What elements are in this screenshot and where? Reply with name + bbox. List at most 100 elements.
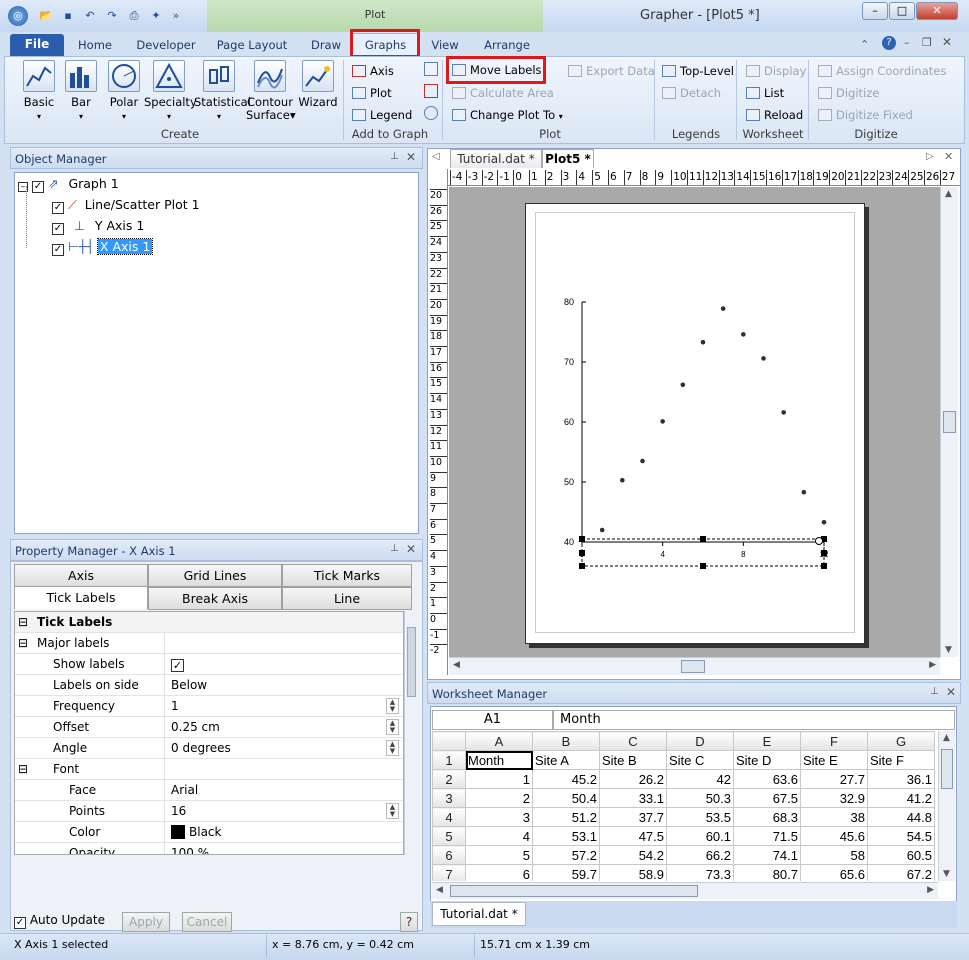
tab-arrange[interactable]: Arrange bbox=[478, 36, 536, 56]
app-logo-icon[interactable]: ◎ bbox=[8, 6, 28, 26]
cell[interactable]: 51.2 bbox=[532, 807, 600, 827]
cell[interactable]: 4 bbox=[465, 826, 533, 846]
quick-access-more-icon[interactable]: » bbox=[168, 8, 184, 24]
spinner-icon[interactable]: ▲ ▼ bbox=[386, 698, 399, 714]
add-legend-button[interactable]: Legend bbox=[352, 106, 412, 124]
cell[interactable]: 47.5 bbox=[599, 826, 667, 846]
section-tick-labels[interactable]: ⊟ Tick Labels bbox=[15, 612, 403, 633]
minimize-button[interactable]: – bbox=[862, 2, 888, 20]
checkbox-checked-icon[interactable]: ✓ bbox=[31, 181, 44, 193]
cell[interactable]: 6 bbox=[465, 864, 533, 881]
canvas-horizontal-scrollbar[interactable]: ◀ ▶ bbox=[449, 657, 940, 675]
prop-row-face[interactable]: Face Arial bbox=[15, 780, 403, 801]
cell[interactable]: 53.5 bbox=[666, 807, 734, 827]
assign-coordinates-button[interactable]: Assign Coordinates bbox=[818, 62, 946, 80]
prop-row-angle[interactable]: Angle 0 degrees ▲ ▼ bbox=[15, 738, 403, 759]
cell[interactable]: 38 bbox=[800, 807, 868, 827]
scroll-left-icon[interactable]: ◀ bbox=[436, 885, 443, 895]
collapse-icon[interactable]: ⊟ bbox=[18, 612, 28, 632]
column-header[interactable]: A bbox=[465, 731, 533, 751]
tab-grid-lines[interactable]: Grid Lines bbox=[148, 564, 282, 587]
subsection-font[interactable]: ⊟ Font bbox=[15, 759, 403, 780]
prop-row-points[interactable]: Points 16 ▲ ▼ bbox=[15, 801, 403, 822]
scroll-left-icon[interactable]: ◀ bbox=[453, 660, 460, 670]
scrollbar-thumb[interactable] bbox=[943, 411, 956, 433]
spinner-icon[interactable]: ▲ ▼ bbox=[386, 719, 399, 735]
prop-row-opacity[interactable]: Opacity 100 % bbox=[15, 843, 403, 854]
cell[interactable]: 59.7 bbox=[532, 864, 600, 881]
cell[interactable]: Site C bbox=[666, 750, 734, 770]
scrollbar-thumb[interactable] bbox=[450, 885, 698, 897]
tab-tick-labels[interactable]: Tick Labels bbox=[14, 586, 148, 609]
calculate-area-button[interactable]: Calculate Area bbox=[452, 84, 554, 102]
scroll-up-icon[interactable]: ▲ bbox=[945, 189, 952, 199]
worksheet-grid[interactable]: A B C D E F G 1 Month Site A Site B Site… bbox=[432, 731, 938, 881]
cell[interactable]: 73.3 bbox=[666, 864, 734, 881]
cell[interactable]: 50.3 bbox=[666, 788, 734, 808]
list-button[interactable]: List bbox=[746, 84, 784, 102]
cell[interactable]: Site F bbox=[867, 750, 935, 770]
polar-button[interactable]: Polar ▾ bbox=[104, 60, 144, 123]
tree-item-graph[interactable]: – ✓ ⇗ Graph 1 bbox=[18, 174, 119, 194]
detach-button[interactable]: Detach bbox=[662, 84, 721, 102]
tab-tutorial-dat[interactable]: Tutorial.dat * bbox=[450, 149, 542, 168]
cell[interactable]: Site B bbox=[599, 750, 667, 770]
doc-minimize-icon[interactable]: – bbox=[904, 36, 910, 49]
spinner-icon[interactable]: ▲ ▼ bbox=[386, 740, 399, 756]
property-grid-scrollbar[interactable] bbox=[404, 611, 418, 855]
row-header[interactable]: 1 bbox=[432, 750, 466, 770]
scrollbar-thumb[interactable] bbox=[941, 749, 953, 789]
cell[interactable]: 60.1 bbox=[666, 826, 734, 846]
tab-plot5[interactable]: Plot5 * bbox=[542, 149, 594, 168]
row-header[interactable]: 3 bbox=[432, 788, 466, 808]
prop-row-labels-on-side[interactable]: Labels on side Below bbox=[15, 675, 403, 696]
cell[interactable]: 67.2 bbox=[867, 864, 935, 881]
cell-value-field[interactable]: Month bbox=[553, 710, 955, 730]
face-value[interactable]: Arial bbox=[171, 780, 198, 800]
cell[interactable]: 36.1 bbox=[867, 769, 935, 789]
statistical-button[interactable]: Statistical ▾ bbox=[194, 60, 251, 123]
cell[interactable]: 41.2 bbox=[867, 788, 935, 808]
cell[interactable]: 37.7 bbox=[599, 807, 667, 827]
offset-value[interactable]: 0.25 cm bbox=[171, 717, 220, 737]
apply-button[interactable]: Apply bbox=[122, 912, 170, 932]
scroll-down-icon[interactable]: ▼ bbox=[943, 869, 950, 879]
tab-developer[interactable]: Developer bbox=[132, 36, 200, 56]
checkbox-checked-icon[interactable]: ✓ bbox=[52, 202, 64, 214]
tab-tick-marks[interactable]: Tick Marks bbox=[282, 564, 412, 587]
checkbox-checked-icon[interactable]: ✓ bbox=[52, 223, 64, 235]
basic-button[interactable]: Basic ▾ bbox=[18, 60, 60, 123]
tab-home[interactable]: Home bbox=[72, 36, 118, 56]
row-header[interactable]: 6 bbox=[432, 845, 466, 865]
worksheet-vertical-scrollbar[interactable]: ▲ ▼ bbox=[938, 731, 955, 881]
column-header[interactable]: C bbox=[599, 731, 667, 751]
scrollbar-thumb[interactable] bbox=[681, 660, 705, 673]
cell[interactable]: 32.9 bbox=[800, 788, 868, 808]
wizard-button[interactable]: Wizard bbox=[297, 60, 339, 109]
maximize-button[interactable]: □ bbox=[889, 2, 915, 20]
scatter-plot[interactable]: 405060708004812 bbox=[535, 290, 845, 580]
spinner-icon[interactable]: ▲ ▼ bbox=[386, 803, 399, 819]
close-button[interactable]: ✕ bbox=[916, 2, 958, 20]
bar-button[interactable]: Bar ▾ bbox=[62, 60, 100, 123]
tab-file[interactable]: File bbox=[10, 34, 64, 56]
cell[interactable]: Site A bbox=[532, 750, 600, 770]
doc-tab-close-icon[interactable]: ✕ bbox=[944, 150, 953, 163]
checkbox-checked-icon[interactable]: ✓ bbox=[52, 244, 64, 256]
scroll-right-icon[interactable]: ▶ bbox=[929, 660, 936, 670]
cell[interactable]: 50.4 bbox=[532, 788, 600, 808]
cell[interactable]: 74.1 bbox=[733, 845, 801, 865]
pane-close-icon[interactable]: ✕ bbox=[946, 685, 963, 699]
redo-icon[interactable]: ↷ bbox=[104, 8, 120, 24]
cell[interactable]: 42 bbox=[666, 769, 734, 789]
points-value[interactable]: 16 bbox=[171, 801, 186, 821]
column-header[interactable]: F bbox=[800, 731, 868, 751]
cell[interactable]: 65.6 bbox=[800, 864, 868, 881]
cell[interactable]: Month bbox=[465, 750, 533, 770]
tab-scroll-right-icon[interactable]: ▷ bbox=[926, 151, 934, 162]
new-icon[interactable]: ✦ bbox=[148, 8, 164, 24]
print-icon[interactable]: ⎙ bbox=[126, 8, 142, 24]
reload-button[interactable]: Reload bbox=[746, 106, 803, 124]
tab-draw[interactable]: Draw bbox=[304, 36, 348, 56]
scrollbar-thumb[interactable] bbox=[407, 627, 416, 697]
